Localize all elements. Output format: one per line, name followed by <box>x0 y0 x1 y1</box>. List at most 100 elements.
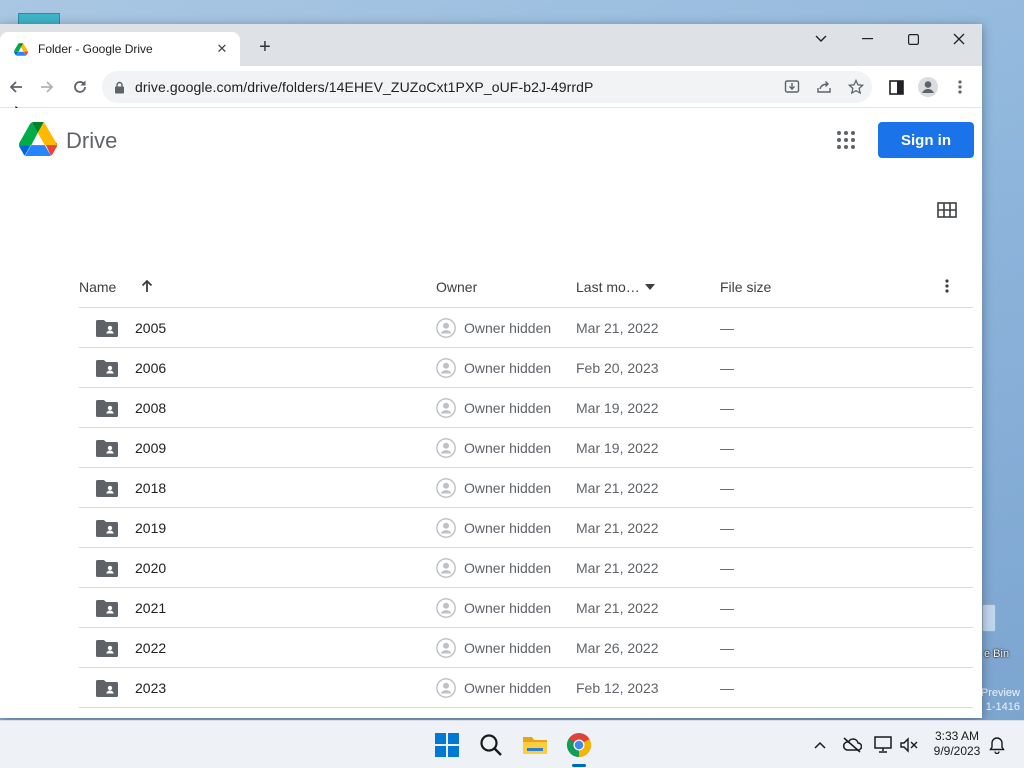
address-bar[interactable]: drive.google.com/drive/folders/14EHEV_ZU… <box>102 71 872 103</box>
drive-brand-text[interactable]: Drive <box>66 128 117 154</box>
file-size-text: — <box>720 640 734 656</box>
table-row[interactable]: 2020 Owner hidden Mar 21, 2022 — <box>79 548 973 588</box>
windows-logo-icon <box>435 733 459 757</box>
table-row[interactable]: 2021 Owner hidden Mar 21, 2022 — <box>79 588 973 628</box>
table-row[interactable]: 2009 Owner hidden Mar 19, 2022 — <box>79 428 973 468</box>
last-modified-text: Mar 21, 2022 <box>576 560 659 576</box>
share-button[interactable] <box>812 75 836 99</box>
owner-avatar-icon <box>436 478 456 498</box>
arrow-right-icon <box>41 81 54 93</box>
tab-search-chevron-down-icon[interactable] <box>798 24 844 54</box>
forward-button[interactable] <box>35 75 59 99</box>
shared-folder-icon <box>96 440 118 457</box>
file-name: 2005 <box>135 320 167 336</box>
chevron-up-icon <box>814 741 826 749</box>
recycle-bin-label: e Bin <box>984 648 1010 660</box>
shared-folder-icon <box>96 320 118 337</box>
table-row[interactable]: 2008 Owner hidden Mar 19, 2022 — <box>79 388 973 428</box>
install-app-button[interactable] <box>780 75 804 99</box>
chrome-icon <box>566 733 592 757</box>
column-header-file-size[interactable]: File size <box>720 279 771 295</box>
shared-folder-icon <box>96 480 118 497</box>
owner-text: Owner hidden <box>464 600 552 616</box>
onedrive-tray-button[interactable] <box>840 733 864 757</box>
last-modified-text: Mar 21, 2022 <box>576 480 659 496</box>
table-row[interactable]: 2022 Owner hidden Mar 26, 2022 — <box>79 628 973 668</box>
caret-down-icon[interactable] <box>645 284 655 290</box>
last-modified-text: Mar 21, 2022 <box>576 320 659 336</box>
owner-text: Owner hidden <box>464 360 552 376</box>
last-modified-text: Mar 21, 2022 <box>576 520 659 536</box>
column-header-name[interactable]: Name <box>79 279 116 295</box>
table-row[interactable]: 2019 Owner hidden Mar 21, 2022 — <box>79 508 973 548</box>
last-modified-text: Mar 19, 2022 <box>576 440 659 456</box>
volume-tray-button[interactable] <box>897 733 921 757</box>
chrome-taskbar-button[interactable] <box>563 729 595 761</box>
shared-folder-icon <box>96 520 118 537</box>
tab-drive-folder[interactable]: Folder - Google Drive ✕ <box>0 32 240 66</box>
side-panel-icon <box>888 79 904 95</box>
chrome-menu-button[interactable] <box>948 75 972 99</box>
show-hidden-icons-button[interactable] <box>808 733 832 757</box>
recycle-bin-icon[interactable] <box>980 598 1010 636</box>
owner-text: Owner hidden <box>464 680 552 696</box>
file-size-text: — <box>720 440 734 456</box>
start-button[interactable] <box>431 729 463 761</box>
drive-logo-icon[interactable] <box>19 122 57 156</box>
speaker-muted-icon <box>900 737 918 753</box>
owner-text: Owner hidden <box>464 320 552 336</box>
owner-text: Owner hidden <box>464 440 552 456</box>
bookmark-button[interactable] <box>844 75 868 99</box>
shared-folder-icon <box>96 680 118 697</box>
profile-button[interactable] <box>916 75 940 99</box>
more-vertical-icon[interactable] <box>945 279 949 293</box>
last-modified-text: Mar 26, 2022 <box>576 640 659 656</box>
close-icon[interactable]: ✕ <box>214 41 230 57</box>
tab-strip: Folder - Google Drive ✕ + <box>0 24 982 66</box>
owner-text: Owner hidden <box>464 400 552 416</box>
table-row[interactable]: 2006 Owner hidden Feb 20, 2023 — <box>79 348 973 388</box>
taskbar: 3:33 AM 9/9/2023 <box>0 720 1024 768</box>
google-apps-grid-icon[interactable] <box>836 130 856 150</box>
table-row[interactable]: 2023 Owner hidden Feb 12, 2023 — <box>79 668 973 708</box>
search-button[interactable] <box>475 729 507 761</box>
column-header-owner[interactable]: Owner <box>436 279 477 295</box>
minimize-button[interactable] <box>844 24 890 54</box>
table-row[interactable]: 2018 Owner hidden Mar 21, 2022 — <box>79 468 973 508</box>
window-close-button[interactable] <box>936 24 982 54</box>
owner-avatar-icon <box>436 638 456 658</box>
shared-folder-icon <box>96 400 118 417</box>
sign-in-button[interactable]: Sign in <box>878 122 974 158</box>
taskbar-clock[interactable]: 3:33 AM 9/9/2023 <box>926 729 988 759</box>
clock-time: 3:33 AM <box>934 729 980 743</box>
drive-page: Drive Sign in Name Owner Last mo… File s… <box>0 108 982 708</box>
network-icon <box>874 736 892 753</box>
browser-toolbar: drive.google.com/drive/folders/14EHEV_ZU… <box>0 66 982 126</box>
notifications-button[interactable] <box>985 733 1009 757</box>
owner-avatar-icon <box>436 678 456 698</box>
back-button[interactable] <box>4 75 28 99</box>
file-name: 2023 <box>135 680 167 696</box>
reload-button[interactable] <box>68 75 92 99</box>
avatar-icon <box>918 77 938 97</box>
bell-icon <box>989 737 1005 754</box>
browser-window: Folder - Google Drive ✕ + drive.google.c… <box>0 24 982 718</box>
owner-text: Owner hidden <box>464 640 552 656</box>
maximize-button[interactable] <box>890 24 936 54</box>
column-header-last-modified[interactable]: Last mo… <box>576 279 640 295</box>
owner-text: Owner hidden <box>464 560 552 576</box>
file-size-text: — <box>720 560 734 576</box>
table-row[interactable]: 2005 Owner hidden Mar 21, 2022 — <box>79 308 973 348</box>
file-explorer-button[interactable] <box>519 729 551 761</box>
file-name: 2020 <box>135 560 167 576</box>
owner-avatar-icon <box>436 518 456 538</box>
side-panel-button[interactable] <box>884 75 908 99</box>
cloud-off-icon <box>843 737 862 753</box>
arrow-left-icon <box>9 81 22 93</box>
network-tray-button[interactable] <box>871 733 895 757</box>
file-size-text: — <box>720 400 734 416</box>
last-modified-text: Feb 20, 2023 <box>576 360 659 376</box>
sort-arrow-up-icon[interactable] <box>141 279 153 293</box>
new-tab-button[interactable]: + <box>254 36 276 58</box>
grid-view-icon[interactable] <box>937 201 957 219</box>
